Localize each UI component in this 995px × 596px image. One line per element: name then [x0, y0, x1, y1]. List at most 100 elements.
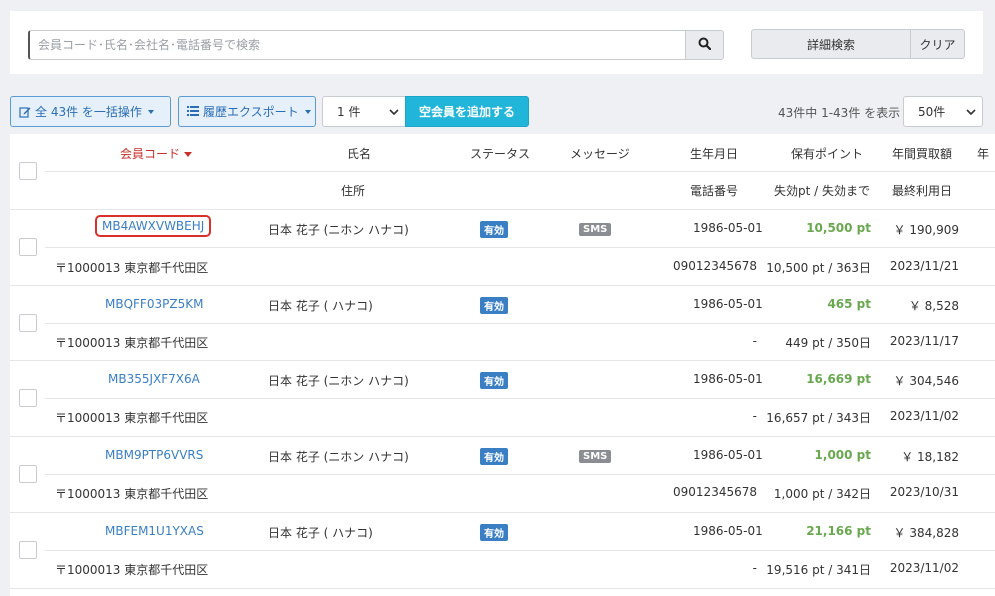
member-code[interactable]: MB4AWXVWBEHJ — [95, 215, 212, 237]
clear-button[interactable]: クリア — [910, 29, 965, 59]
column-header-extra[interactable]: 年 — [977, 145, 989, 162]
divider — [45, 247, 995, 248]
column-header-annual[interactable]: 年間買取額 — [892, 145, 952, 162]
row-checkbox[interactable] — [19, 389, 37, 407]
member-annual: ￥ 384,828 — [893, 526, 959, 540]
member-code[interactable]: MBFEM1U1YXAS — [105, 524, 204, 538]
column-header-expire[interactable]: 失効pt / 失効まで — [774, 182, 870, 199]
sms-badge-label: SMS — [579, 223, 612, 236]
empty-member-count-select[interactable]: 1 件 — [322, 96, 406, 127]
add-empty-member-button[interactable]: 空会員を追加する — [405, 96, 529, 127]
sms-badge: SMS — [579, 448, 612, 463]
member-points: 1,000 pt — [814, 448, 871, 462]
column-header-message[interactable]: メッセージ — [570, 145, 630, 162]
member-code-link[interactable]: MBFEM1U1YXAS — [105, 524, 204, 538]
bulk-action-button[interactable]: 全 43件 を一括操作 — [10, 96, 171, 127]
divider — [45, 171, 995, 172]
status-badge-label: 有効 — [480, 524, 508, 541]
column-header-name[interactable]: 氏名 — [347, 145, 371, 162]
member-expire: 1,000 pt / 342日 — [773, 487, 871, 501]
chevron-down-icon — [304, 109, 311, 114]
chevron-down-icon — [966, 105, 976, 119]
row-checkbox[interactable] — [19, 541, 37, 559]
row-checkbox[interactable] — [19, 314, 37, 332]
status-badge-label: 有効 — [480, 297, 508, 314]
divider — [45, 323, 995, 324]
member-name: 日本 花子 (ニホン ハナコ) — [268, 223, 409, 237]
bulk-action-label: 全 43件 を一括操作 — [35, 105, 142, 119]
column-header-address[interactable]: 住所 — [341, 182, 365, 199]
member-points: 10,500 pt — [806, 221, 871, 235]
column-header-status[interactable]: ステータス — [470, 145, 530, 162]
search-icon — [698, 37, 712, 53]
member-code-link[interactable]: MBM9PTP6VVRS — [105, 448, 203, 462]
member-birthday: 1986-05-01 — [693, 221, 763, 235]
member-phone: 09012345678 — [673, 259, 757, 273]
row-checkbox[interactable] — [19, 238, 37, 256]
pagination-range-text: 43件中 1-43件 を表示 — [778, 106, 901, 120]
member-phone: - — [752, 409, 757, 423]
history-export-button[interactable]: 履歴エクスポート — [178, 96, 316, 127]
divider — [10, 512, 995, 513]
sms-badge: SMS — [579, 221, 612, 236]
member-phone: 09012345678 — [673, 485, 757, 499]
search-panel: 詳細検索 クリア — [10, 11, 983, 74]
member-code-link[interactable]: MB355JXF7X6A — [108, 372, 200, 386]
column-header-code[interactable]: 会員コード — [120, 145, 193, 162]
divider — [10, 285, 995, 286]
member-name: 日本 花子 (ニホン ハナコ) — [268, 374, 409, 388]
member-last-used: 2023/11/02 — [889, 409, 959, 423]
count-select-value: 1 件 — [337, 105, 361, 119]
status-badge: 有効 — [480, 297, 508, 314]
member-birthday: 1986-05-01 — [693, 297, 763, 311]
member-expire: 19,516 pt / 341日 — [766, 563, 871, 577]
member-code-link[interactable]: MBQFF03PZ5KM — [105, 297, 203, 311]
member-phone: - — [752, 334, 757, 348]
per-page-value: 50件 — [918, 105, 946, 119]
member-last-used: 2023/11/02 — [889, 561, 959, 575]
history-export-label: 履歴エクスポート — [203, 105, 299, 119]
status-badge-label: 有効 — [480, 372, 508, 389]
divider — [45, 550, 995, 551]
member-birthday: 1986-05-01 — [693, 372, 763, 386]
row-checkbox[interactable] — [19, 465, 37, 483]
column-header-phone[interactable]: 電話番号 — [690, 182, 738, 199]
member-address: 〒1000013 東京都千代田区 — [55, 336, 209, 350]
member-annual: ￥ 190,909 — [893, 223, 959, 237]
chevron-down-icon — [147, 109, 154, 114]
sms-badge-label: SMS — [579, 450, 612, 463]
column-header-points[interactable]: 保有ポイント — [791, 145, 863, 162]
member-address: 〒1000013 東京都千代田区 — [55, 261, 209, 275]
member-name: 日本 花子 ( ハナコ) — [268, 299, 373, 313]
status-badge: 有効 — [480, 372, 508, 389]
column-header-code-label: 会員コード — [120, 147, 181, 161]
divider — [45, 474, 995, 475]
chevron-down-icon — [389, 105, 399, 119]
search-input[interactable] — [28, 30, 686, 60]
status-badge: 有効 — [480, 524, 508, 541]
member-code-link[interactable]: MB4AWXVWBEHJ — [95, 215, 212, 237]
divider — [45, 398, 995, 399]
member-expire: 16,657 pt / 343日 — [766, 411, 871, 425]
sort-desc-icon — [184, 152, 193, 157]
member-expire: 449 pt / 350日 — [785, 336, 871, 350]
per-page-select[interactable]: 50件 — [903, 96, 983, 127]
member-annual: ￥ 8,528 — [908, 299, 959, 313]
search-button[interactable] — [685, 30, 724, 60]
member-code[interactable]: MB355JXF7X6A — [108, 372, 200, 386]
member-address: 〒1000013 東京都千代田区 — [55, 487, 209, 501]
member-last-used: 2023/11/17 — [889, 334, 959, 348]
member-name: 日本 花子 ( ハナコ) — [268, 526, 373, 540]
status-badge: 有効 — [480, 221, 508, 238]
member-table: 会員コード 氏名 ステータス メッセージ 生年月日 保有ポイント 年間買取額 年… — [10, 134, 995, 596]
member-phone: - — [752, 561, 757, 575]
member-last-used: 2023/10/31 — [889, 485, 959, 499]
divider — [10, 588, 995, 589]
advanced-search-button[interactable]: 詳細検索 — [751, 29, 911, 59]
column-header-last-used[interactable]: 最終利用日 — [892, 182, 952, 199]
column-header-birthday[interactable]: 生年月日 — [690, 145, 738, 162]
select-all-checkbox[interactable] — [19, 162, 37, 180]
member-code[interactable]: MBM9PTP6VVRS — [105, 448, 203, 462]
member-code[interactable]: MBQFF03PZ5KM — [105, 297, 203, 311]
member-annual: ￥ 304,546 — [893, 374, 959, 388]
